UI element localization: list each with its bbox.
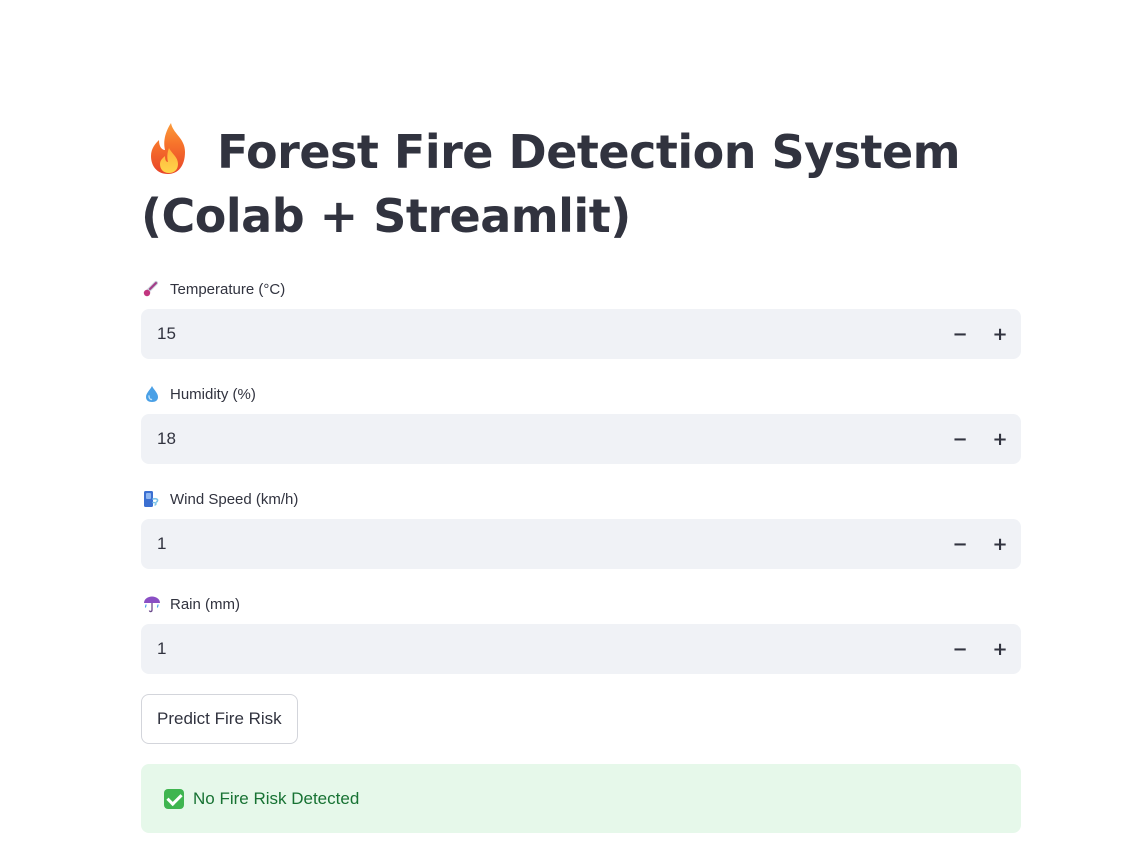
wind-speed-field: Wind Speed (km/h) − + <box>141 488 1021 569</box>
wind-speed-input[interactable] <box>141 519 919 569</box>
humidity-input-wrapper: − + <box>141 414 1021 464</box>
temperature-field: Temperature (°C) − + <box>141 278 1021 359</box>
humidity-decrement-button[interactable]: − <box>940 414 980 464</box>
humidity-label: Humidity (%) <box>141 383 1021 405</box>
umbrella-rain-icon <box>144 596 160 613</box>
predict-fire-risk-button[interactable]: Predict Fire Risk <box>141 694 298 744</box>
page-title: Forest Fire Detection System (Colab + St… <box>141 120 1021 248</box>
humidity-increment-button[interactable]: + <box>980 414 1020 464</box>
wind-speed-input-wrapper: − + <box>141 519 1021 569</box>
result-text: No Fire Risk Detected <box>193 788 360 808</box>
temperature-input-wrapper: − + <box>141 309 1021 359</box>
wind-speed-decrement-button[interactable]: − <box>940 519 980 569</box>
rain-decrement-button[interactable]: − <box>940 624 980 674</box>
temperature-increment-button[interactable]: + <box>980 309 1020 359</box>
rain-label-text: Rain (mm) <box>170 595 240 613</box>
droplet-icon <box>146 386 158 402</box>
rain-input[interactable] <box>141 624 919 674</box>
wind-speed-label: Wind Speed (km/h) <box>141 488 1021 510</box>
rain-increment-button[interactable]: + <box>980 624 1020 674</box>
check-mark-icon <box>164 788 184 809</box>
humidity-input[interactable] <box>141 414 919 464</box>
temperature-decrement-button[interactable]: − <box>940 309 980 359</box>
fire-icon <box>151 123 185 174</box>
wind-speed-label-text: Wind Speed (km/h) <box>170 490 299 508</box>
rain-label: Rain (mm) <box>141 593 1021 615</box>
page-title-text: Forest Fire Detection System (Colab + St… <box>141 125 961 243</box>
wind-icon <box>144 491 159 507</box>
thermometer-icon <box>143 281 158 297</box>
temperature-label-text: Temperature (°C) <box>170 280 286 298</box>
rain-field: Rain (mm) − + <box>141 593 1021 674</box>
success-alert: No Fire Risk Detected <box>141 764 1021 833</box>
wind-speed-increment-button[interactable]: + <box>980 519 1020 569</box>
humidity-label-text: Humidity (%) <box>170 385 256 403</box>
humidity-field: Humidity (%) − + <box>141 383 1021 464</box>
rain-input-wrapper: − + <box>141 624 1021 674</box>
temperature-input[interactable] <box>141 309 919 359</box>
temperature-label: Temperature (°C) <box>141 278 1021 300</box>
